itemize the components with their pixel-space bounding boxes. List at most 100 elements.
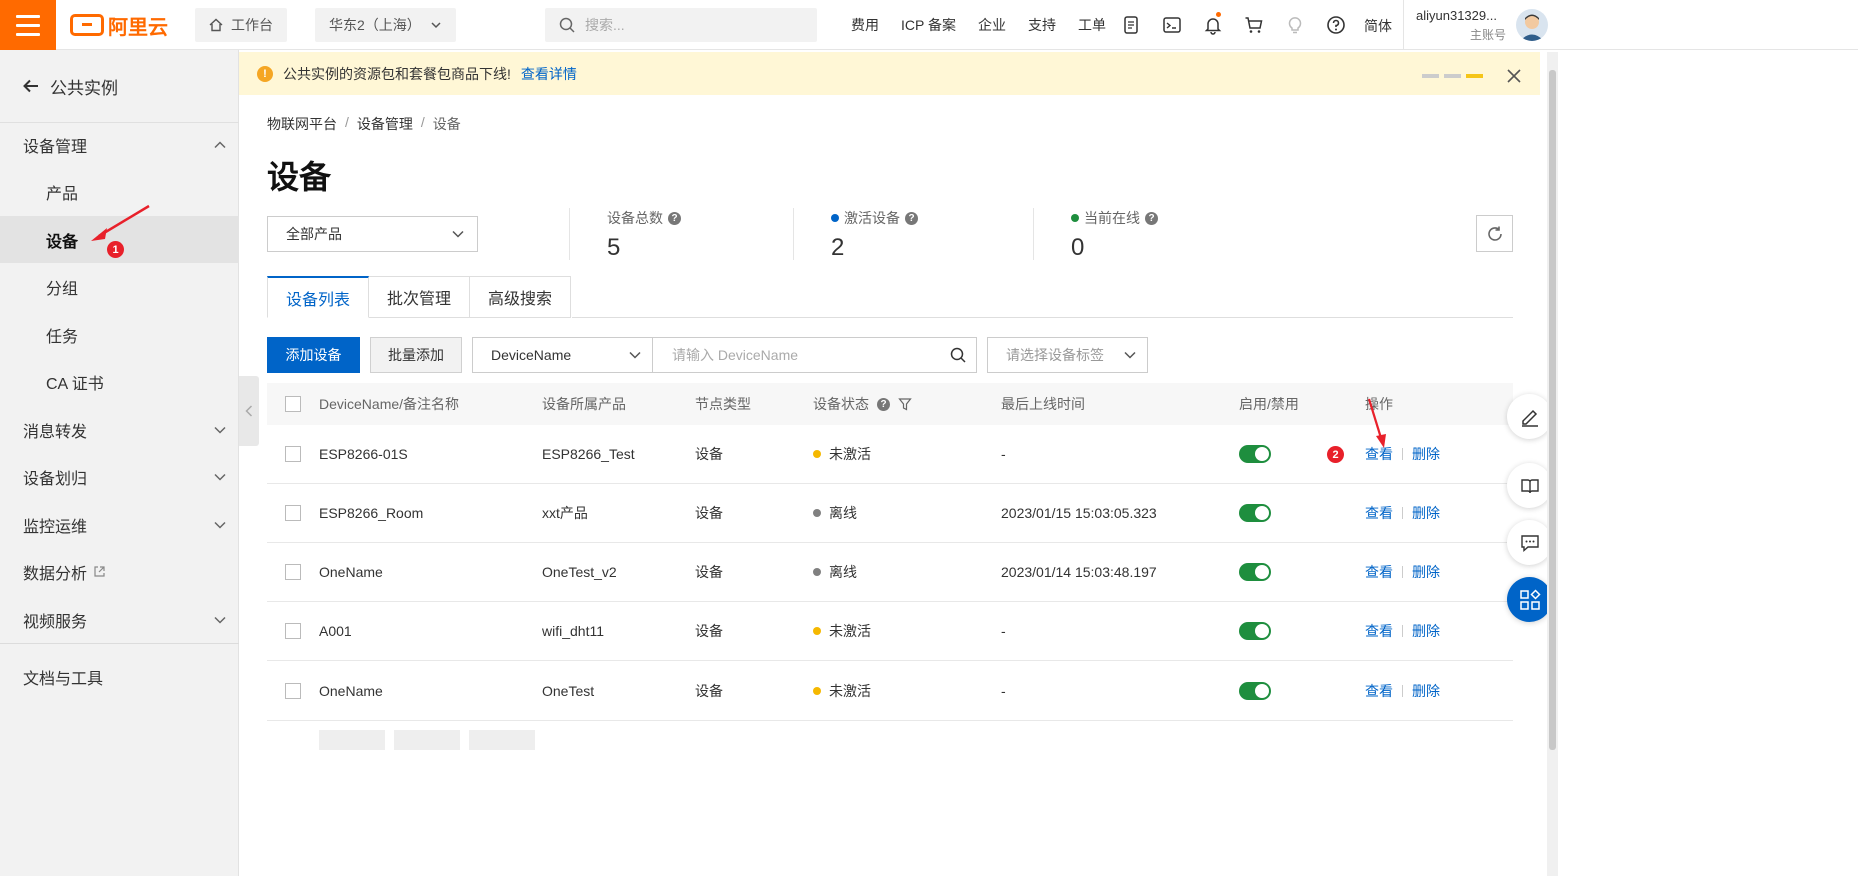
- delete-link[interactable]: 删除: [1412, 621, 1440, 641]
- region-selector[interactable]: 华东2（上海）: [315, 8, 456, 42]
- sidebar-item-label: 监控运维: [23, 518, 88, 536]
- batch-add-button[interactable]: 批量添加: [370, 337, 462, 373]
- search-field-select[interactable]: DeviceName: [472, 337, 653, 373]
- workspace-button[interactable]: 工作台: [195, 8, 287, 42]
- breadcrumb-separator: /: [420, 114, 425, 130]
- view-link[interactable]: 查看: [1365, 562, 1393, 582]
- bell-icon[interactable]: [1192, 0, 1233, 50]
- account-menu[interactable]: aliyun31329... 主账号: [1416, 8, 1516, 43]
- scrollbar-thumb[interactable]: [1549, 70, 1556, 750]
- action-separator: [1402, 684, 1403, 697]
- nav-link-fees[interactable]: 费用: [840, 15, 890, 35]
- delete-link[interactable]: 删除: [1412, 444, 1440, 464]
- sidebar-back-button[interactable]: 公共实例: [0, 50, 239, 123]
- nav-link-icp[interactable]: ICP 备案: [890, 15, 967, 35]
- sidebar-item-label: 文档与工具: [23, 670, 104, 688]
- breadcrumb-iot-platform[interactable]: 物联网平台: [267, 114, 337, 134]
- language-switch[interactable]: 简体: [1364, 16, 1392, 36]
- view-link[interactable]: 查看: [1365, 503, 1393, 523]
- pagination-button[interactable]: [394, 730, 460, 750]
- chevron-down-icon: [214, 473, 226, 481]
- aliyun-logo[interactable]: 阿里云: [70, 11, 168, 39]
- feedback-edit-button[interactable]: [1507, 394, 1552, 439]
- device-search-input[interactable]: 请输入 DeviceName: [652, 337, 977, 373]
- sidebar-item-device-assignment[interactable]: 设备划归: [0, 453, 239, 500]
- device-name[interactable]: OneName: [319, 661, 383, 720]
- product-filter-select[interactable]: 全部产品: [267, 216, 478, 252]
- device-name[interactable]: A001: [319, 602, 352, 660]
- view-link[interactable]: 查看: [1365, 621, 1393, 641]
- enable-toggle[interactable]: [1239, 445, 1271, 463]
- tab-device-list[interactable]: 设备列表: [267, 276, 370, 318]
- global-search-input[interactable]: 搜索...: [545, 8, 817, 42]
- pagination-button[interactable]: [319, 730, 385, 750]
- stat-value: 2: [831, 234, 845, 261]
- notice-page-dot[interactable]: [1422, 74, 1439, 78]
- chat-button[interactable]: [1507, 520, 1552, 565]
- row-checkbox[interactable]: [285, 564, 301, 580]
- row-checkbox[interactable]: [285, 446, 301, 462]
- nav-link-enterprise[interactable]: 企业: [967, 15, 1017, 35]
- row-checkbox[interactable]: [285, 682, 301, 699]
- sidebar-item-ca-cert[interactable]: CA 证书: [0, 358, 239, 405]
- filter-icon[interactable]: [898, 397, 912, 411]
- nav-link-support[interactable]: 支持: [1017, 15, 1067, 35]
- help-icon[interactable]: ?: [905, 211, 918, 225]
- add-device-button[interactable]: 添加设备: [267, 337, 360, 373]
- app-icon[interactable]: [1110, 0, 1151, 50]
- device-name[interactable]: OneName: [319, 543, 383, 601]
- breadcrumb-device-management[interactable]: 设备管理: [357, 114, 413, 134]
- avatar[interactable]: [1516, 9, 1548, 41]
- help-icon[interactable]: ?: [1145, 211, 1158, 225]
- notice-pager[interactable]: [1422, 74, 1483, 78]
- tab-advanced-search[interactable]: 高级搜索: [470, 276, 572, 318]
- search-icon[interactable]: [950, 347, 966, 363]
- row-checkbox[interactable]: [285, 623, 301, 639]
- sidebar-item-docs-tools[interactable]: 文档与工具: [0, 653, 239, 700]
- row-checkbox[interactable]: [285, 505, 301, 521]
- pagination-button[interactable]: [469, 730, 535, 750]
- device-name[interactable]: ESP8266-01S: [319, 425, 408, 483]
- device-name[interactable]: ESP8266_Room: [319, 484, 423, 542]
- sidebar-item-task[interactable]: 任务: [0, 311, 239, 358]
- notice-page-dot[interactable]: [1444, 74, 1461, 78]
- help-icon[interactable]: ?: [668, 211, 681, 225]
- last-online-time: 2023/01/15 15:03:05.323: [1001, 505, 1157, 521]
- sidebar-item-group[interactable]: 分组: [0, 263, 239, 310]
- hamburger-menu-icon[interactable]: [0, 0, 56, 50]
- help-icon[interactable]: [1315, 0, 1356, 50]
- enable-toggle[interactable]: [1239, 622, 1271, 640]
- device-product: OneTest_v2: [542, 564, 617, 580]
- refresh-button[interactable]: [1476, 215, 1513, 252]
- view-link[interactable]: 查看: [1365, 681, 1393, 701]
- sidebar-item-message-forwarding[interactable]: 消息转发: [0, 406, 239, 453]
- delete-link[interactable]: 删除: [1412, 562, 1440, 582]
- node-type: 设备: [695, 564, 723, 580]
- enable-toggle[interactable]: [1239, 681, 1271, 700]
- sidebar-item-data-analysis[interactable]: 数据分析: [0, 548, 239, 595]
- notice-details-link[interactable]: 查看详情: [521, 64, 577, 84]
- chevron-left-icon: [245, 405, 253, 417]
- apps-button[interactable]: [1507, 577, 1552, 622]
- delete-link[interactable]: 删除: [1412, 681, 1440, 701]
- chevron-down-icon: [214, 616, 226, 624]
- notice-page-dot-active[interactable]: [1466, 74, 1483, 78]
- close-icon[interactable]: [1505, 67, 1523, 85]
- sidebar-item-monitoring[interactable]: 监控运维: [0, 501, 239, 548]
- cart-icon[interactable]: [1233, 0, 1274, 50]
- docs-button[interactable]: [1507, 463, 1552, 508]
- breadcrumb-device: 设备: [432, 116, 461, 132]
- enable-toggle[interactable]: [1239, 504, 1271, 522]
- vertical-scrollbar[interactable]: [1547, 52, 1558, 876]
- enable-toggle[interactable]: [1239, 563, 1271, 581]
- terminal-icon[interactable]: [1151, 0, 1192, 50]
- help-icon[interactable]: ?: [877, 397, 890, 411]
- select-all-checkbox[interactable]: [285, 396, 301, 412]
- tab-batch-management[interactable]: 批次管理: [369, 276, 471, 318]
- sidebar-item-video-service[interactable]: 视频服务: [0, 596, 239, 643]
- delete-link[interactable]: 删除: [1412, 503, 1440, 523]
- sidebar-item-device-management[interactable]: 设备管理: [0, 121, 239, 168]
- device-tag-select[interactable]: 请选择设备标签: [987, 337, 1148, 373]
- lightbulb-icon[interactable]: [1274, 0, 1315, 50]
- sidebar-collapse-handle[interactable]: [239, 376, 259, 446]
